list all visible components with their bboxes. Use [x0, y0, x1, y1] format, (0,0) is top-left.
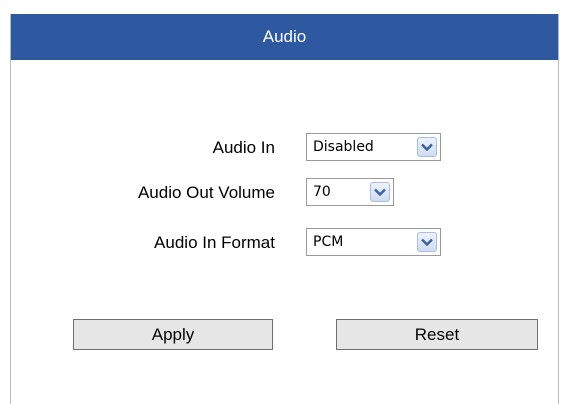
audio-out-volume-label: Audio Out Volume	[137, 183, 275, 202]
audio-in-format-value: PCM	[313, 234, 344, 250]
chevron-down-icon[interactable]	[417, 232, 437, 252]
panel-title: Audio	[262, 27, 307, 46]
audio-out-volume-row: Audio Out Volume 70	[11, 178, 558, 208]
audio-in-value: Disabled	[313, 139, 374, 155]
audio-in-format-row: Audio In Format PCM	[11, 228, 558, 258]
audio-in-label: Audio In	[212, 138, 275, 157]
audio-out-volume-select[interactable]: 70	[306, 178, 394, 206]
chevron-down-icon[interactable]	[417, 137, 437, 157]
panel-header: Audio	[11, 14, 558, 60]
audio-out-volume-value: 70	[313, 184, 331, 200]
audio-settings-panel: Audio Audio In Disabled Audio Out Volume…	[10, 14, 559, 404]
apply-button[interactable]: Apply	[73, 319, 273, 350]
audio-in-format-select[interactable]: PCM	[306, 228, 441, 256]
audio-in-select[interactable]: Disabled	[306, 133, 441, 161]
audio-in-row: Audio In Disabled	[11, 133, 558, 163]
audio-in-format-label: Audio In Format	[154, 233, 275, 252]
reset-button[interactable]: Reset	[336, 319, 538, 350]
chevron-down-icon[interactable]	[370, 182, 390, 202]
